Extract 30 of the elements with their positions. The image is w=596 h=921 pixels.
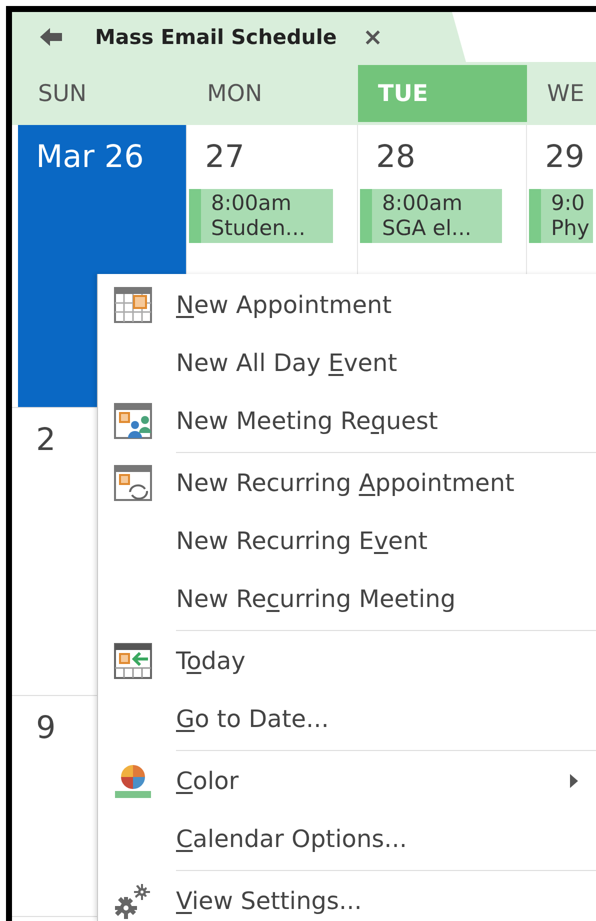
- calendar-event[interactable]: 9:0 Phy: [529, 189, 594, 244]
- calendar-event[interactable]: 8:00am Studen...: [189, 189, 333, 244]
- day-header: WE: [546, 80, 586, 108]
- back-arrow-icon[interactable]: [40, 28, 62, 46]
- calendar-icon: [114, 287, 152, 323]
- menu-item[interactable]: View Settings...: [176, 887, 362, 915]
- calendar-event[interactable]: 8:00am SGA el...: [360, 189, 502, 244]
- menu-item[interactable]: New Recurring Meeting: [176, 585, 456, 613]
- calendar-repeat-icon: [114, 465, 152, 501]
- day-number: Mar 26: [36, 139, 144, 175]
- day-number: 27: [205, 139, 244, 175]
- day-number: 9: [36, 710, 56, 746]
- menu-item[interactable]: Color: [176, 767, 239, 795]
- day-header: MON: [206, 80, 264, 108]
- menu-item[interactable]: Calendar Options...: [176, 825, 408, 853]
- day-header: TUE: [358, 65, 527, 122]
- day-header: SUN: [37, 80, 88, 108]
- day-number: 28: [376, 139, 416, 175]
- menu-item[interactable]: Today: [176, 647, 246, 675]
- menu-item[interactable]: Go to Date...: [176, 705, 329, 733]
- menu-item[interactable]: New Meeting Request: [176, 407, 438, 435]
- calendar-tab[interactable]: Mass Email Schedule ×: [12, 12, 466, 62]
- tab-title: Mass Email Schedule: [95, 25, 337, 49]
- menu-item[interactable]: New Recurring Appointment: [176, 469, 514, 497]
- color-wheel-icon: [114, 763, 152, 799]
- calendar-people-icon: [114, 403, 152, 439]
- menu-item[interactable]: New Recurring Event: [176, 527, 428, 555]
- close-button[interactable]: ×: [362, 23, 383, 51]
- day-number: 29: [545, 139, 584, 175]
- day-number: 2: [36, 422, 56, 458]
